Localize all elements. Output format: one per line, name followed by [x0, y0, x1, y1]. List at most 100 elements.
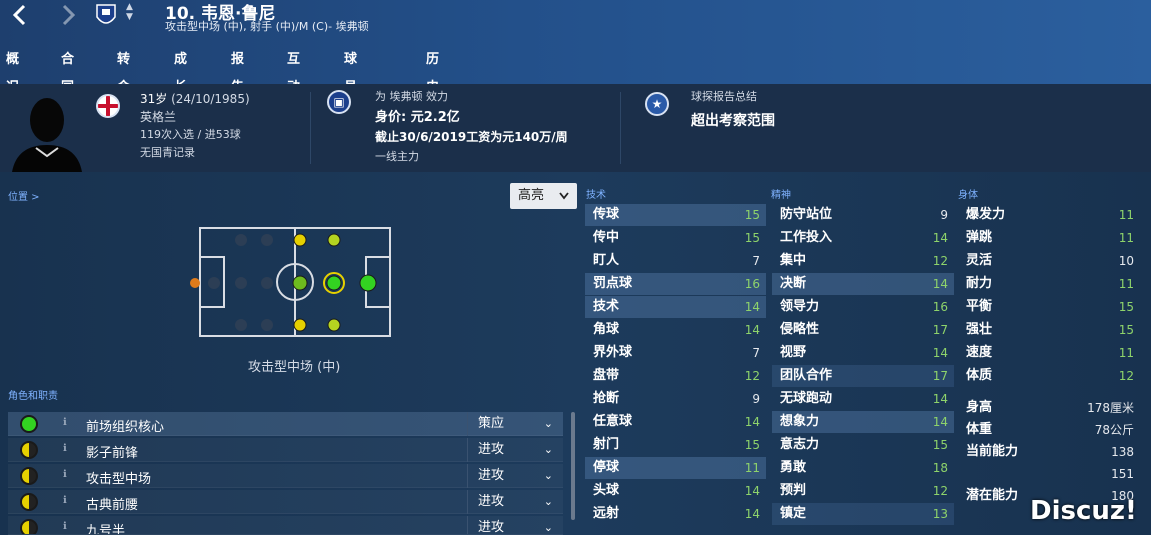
attribute-value: 15: [744, 208, 760, 222]
attribute-name: 镇定: [780, 506, 807, 521]
role-suitability-half-icon: [20, 441, 38, 459]
attribute-value: 14: [744, 323, 760, 337]
attribute-row[interactable]: 任意球 14: [585, 411, 766, 433]
attribute-value: 12: [932, 254, 948, 268]
attribute-value: 12: [1118, 369, 1134, 383]
attribute-row[interactable]: 镇定 13: [772, 503, 954, 525]
attribute-row[interactable]: 团队合作 17: [772, 365, 954, 387]
attribute-name: 预判: [780, 483, 807, 498]
attribute-value: 14: [744, 507, 760, 521]
attribute-row[interactable]: 弹跳 11: [958, 227, 1140, 249]
attribute-value: 14: [744, 300, 760, 314]
back-button[interactable]: [10, 0, 30, 40]
info-icon[interactable]: ℹ: [63, 443, 67, 454]
attribute-value: 17: [932, 369, 948, 383]
attribute-row[interactable]: 工作投入 14: [772, 227, 954, 249]
sort-arrows-icon[interactable]: ▲ ▼: [126, 2, 133, 22]
player-info-strip: 31岁 (24/10/1985) 英格兰 119次入选 / 进53球 无国青记录…: [0, 84, 1151, 172]
highlight-select[interactable]: 高亮: [510, 183, 577, 209]
attribute-row[interactable]: 集中 12: [772, 250, 954, 272]
attribute-name: 角球: [593, 322, 620, 337]
attribute-name: 传球: [593, 207, 620, 222]
duty-select[interactable]: 进攻 ⌄: [467, 490, 563, 514]
role-suitability-half-icon: [20, 493, 38, 511]
attribute-row[interactable]: 传球 15: [585, 204, 766, 226]
attribute-value: 12: [744, 369, 760, 383]
attribute-row[interactable]: 远射 14: [585, 503, 766, 525]
duty-select[interactable]: 进攻 ⌄: [467, 464, 563, 488]
scout-title: 球探报告总结: [691, 90, 757, 103]
role-row[interactable]: ℹ 影子前锋 进攻 ⌄: [8, 438, 563, 462]
attribute-row[interactable]: 灵活 10: [958, 250, 1140, 272]
attribute-value: 15: [744, 231, 760, 245]
attribute-row[interactable]: 视野 14: [772, 342, 954, 364]
attribute-row[interactable]: 传中 15: [585, 227, 766, 249]
attribute-name: 强壮: [966, 322, 993, 337]
attribute-row[interactable]: 防守站位 9: [772, 204, 954, 226]
attribute-name: 平衡: [966, 299, 993, 314]
duty-select[interactable]: 进攻 ⌄: [467, 516, 563, 534]
player-avatar: [12, 90, 82, 172]
attribute-row[interactable]: 速度 11: [958, 342, 1140, 364]
attribute-row[interactable]: 领导力 16: [772, 296, 954, 318]
position-dot: [292, 275, 308, 291]
info-icon[interactable]: ℹ: [63, 469, 67, 480]
position-link[interactable]: 位置 >: [8, 188, 40, 203]
attribute-row[interactable]: 侵略性 17: [772, 319, 954, 341]
attribute-row[interactable]: 罚点球 16: [585, 273, 766, 295]
attribute-name: 盯人: [593, 253, 620, 268]
forward-button[interactable]: [58, 0, 78, 40]
duty-select[interactable]: 策应 ⌄: [467, 412, 563, 436]
attribute-name: 技术: [593, 299, 620, 314]
attribute-value: 14: [932, 392, 948, 406]
attribute-row[interactable]: 盘带 12: [585, 365, 766, 387]
attribute-row[interactable]: 技术 14: [585, 296, 766, 318]
attribute-value: 14: [932, 415, 948, 429]
attribute-row[interactable]: 决断 14: [772, 273, 954, 295]
role-row[interactable]: ℹ 九号半 进攻 ⌄: [8, 516, 563, 535]
role-row[interactable]: ℹ 前场组织核心 策应 ⌄: [8, 412, 563, 436]
attribute-value: 16: [744, 277, 760, 291]
info-icon[interactable]: ℹ: [63, 521, 67, 532]
attribute-name: 停球: [593, 460, 620, 475]
attribute-row[interactable]: 界外球 7: [585, 342, 766, 364]
attribute-row[interactable]: 盯人 7: [585, 250, 766, 272]
attribute-name: 决断: [780, 276, 807, 291]
role-name: 前场组织核心: [86, 420, 165, 435]
role-row[interactable]: ℹ 古典前腰 进攻 ⌄: [8, 490, 563, 514]
attribute-row[interactable]: 勇敢 18: [772, 457, 954, 479]
info-icon[interactable]: ℹ: [63, 417, 67, 428]
attribute-row[interactable]: 头球 14: [585, 480, 766, 502]
position-dot: [293, 318, 307, 332]
attribute-name: 意志力: [780, 437, 820, 452]
dob-text: (24/10/1985): [171, 92, 250, 106]
attribute-row[interactable]: 意志力 15: [772, 434, 954, 456]
position-dot: [359, 274, 377, 292]
crest-icon[interactable]: [95, 3, 117, 29]
attribute-name: 弹跳: [966, 230, 993, 245]
attribute-value: 11: [744, 461, 760, 475]
attribute-value: 17: [932, 323, 948, 337]
attribute-row[interactable]: 强壮 15: [958, 319, 1140, 341]
duty-value: 进攻: [478, 442, 505, 457]
attribute-row[interactable]: 耐力 11: [958, 273, 1140, 295]
info-icon[interactable]: ℹ: [63, 495, 67, 506]
attribute-row[interactable]: 体质 12: [958, 365, 1140, 387]
role-row[interactable]: ℹ 攻击型中场 进攻 ⌄: [8, 464, 563, 488]
attribute-row[interactable]: 平衡 15: [958, 296, 1140, 318]
attribute-row[interactable]: 抢断 9: [585, 388, 766, 410]
duty-select[interactable]: 进攻 ⌄: [467, 438, 563, 462]
attribute-name: 射门: [593, 437, 620, 452]
attribute-row[interactable]: 停球 11: [585, 457, 766, 479]
role-name: 九号半: [86, 524, 126, 535]
attribute-row[interactable]: 预判 12: [772, 480, 954, 502]
attribute-row[interactable]: 射门 15: [585, 434, 766, 456]
attribute-value: 7: [752, 346, 760, 360]
extra-name: 潜在能力: [966, 488, 1019, 503]
roles-scrollbar[interactable]: [571, 412, 575, 520]
attribute-row[interactable]: 爆发力 11: [958, 204, 1140, 226]
attribute-row[interactable]: 角球 14: [585, 319, 766, 341]
attribute-value: 12: [932, 484, 948, 498]
attribute-row[interactable]: 无球跑动 14: [772, 388, 954, 410]
attribute-row[interactable]: 想象力 14: [772, 411, 954, 433]
